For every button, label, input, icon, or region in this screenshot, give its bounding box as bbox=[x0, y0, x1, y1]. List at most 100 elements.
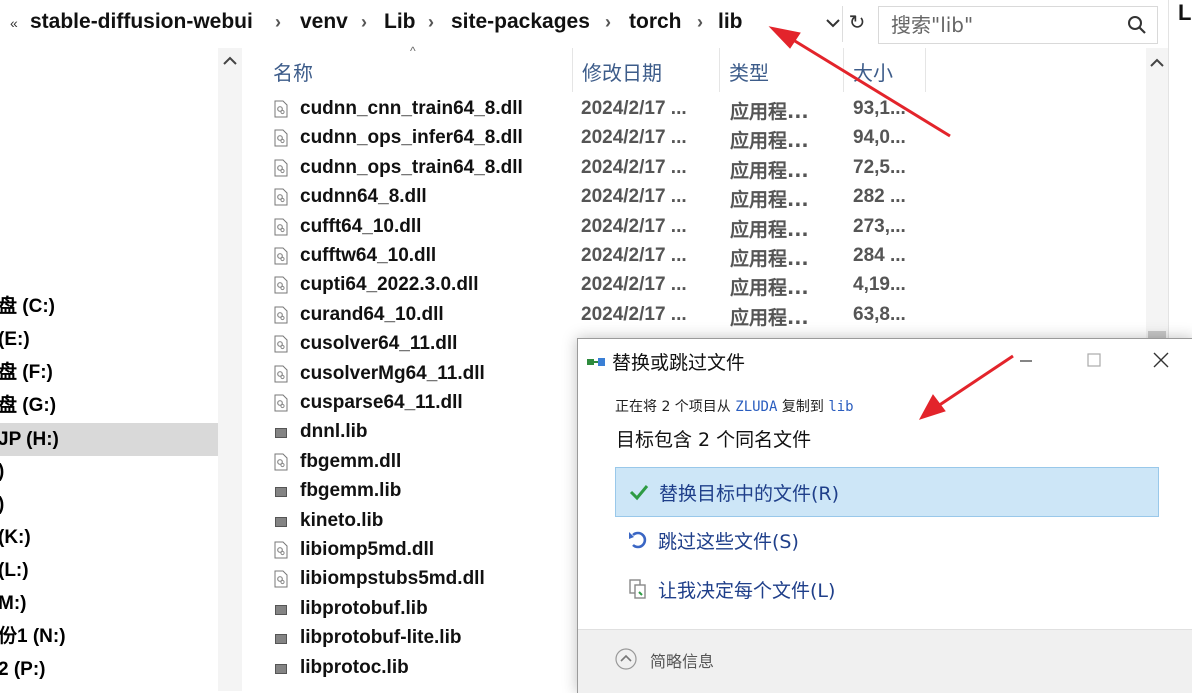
fewer-details-button[interactable]: 简略信息 bbox=[650, 648, 714, 672]
chevron-down-icon[interactable] bbox=[824, 14, 842, 32]
maximize-icon[interactable] bbox=[1072, 345, 1116, 375]
file-name: kineto.lib bbox=[300, 509, 384, 531]
breadcrumb-separator[interactable]: › bbox=[428, 12, 434, 33]
skip-files-option[interactable]: 跳过这些文件(S) bbox=[615, 516, 1157, 564]
divider bbox=[842, 6, 843, 42]
minimize-icon[interactable] bbox=[1004, 345, 1048, 375]
nav-item-drive-k[interactable]: (K:) bbox=[0, 523, 218, 553]
undo-icon bbox=[629, 531, 647, 549]
subtitle-prefix: 正在将 2 个项目从 bbox=[615, 399, 731, 415]
breadcrumb-site-packages[interactable]: site-packages bbox=[451, 10, 590, 34]
nav-scrollbar[interactable] bbox=[218, 48, 242, 691]
file-row[interactable]: cudnn_cnn_train64_8.dll 2024/2/17 ... 应用程.… bbox=[272, 95, 922, 124]
nav-item-drive-n[interactable]: 份1 (N:) bbox=[0, 622, 218, 652]
file-row[interactable]: cufft64_10.dll 2024/2/17 ... 应用程... 273,... bbox=[272, 213, 922, 242]
scroll-up-icon[interactable] bbox=[223, 56, 237, 66]
nav-item-drive-l[interactable]: (L:) bbox=[0, 556, 218, 586]
source-folder-link[interactable]: ZLUDA bbox=[735, 399, 777, 415]
dll-file-icon bbox=[274, 276, 288, 294]
breadcrumb-lib-upper[interactable]: Lib bbox=[384, 10, 416, 34]
background-window-text: L bbox=[1178, 0, 1192, 25]
file-row[interactable]: cupti64_2022.3.0.dll 2024/2/17 ... 应用程... 4… bbox=[272, 271, 922, 300]
nav-item-drive-g[interactable]: 盘 (G:) bbox=[0, 391, 218, 421]
file-row[interactable]: curand64_10.dll 2024/2/17 ... 应用程... 63,8..… bbox=[272, 301, 922, 330]
file-size: 273,... bbox=[853, 215, 906, 237]
file-type: 应用程... bbox=[730, 189, 809, 212]
file-name: libprotoc.lib bbox=[300, 656, 409, 678]
breadcrumb-stable-diffusion-webui[interactable]: stable-diffusion-webui bbox=[30, 10, 253, 34]
close-icon[interactable] bbox=[1139, 345, 1183, 375]
decide-each-file-option[interactable]: 让我决定每个文件(L) bbox=[615, 565, 1157, 613]
destination-folder-link[interactable]: lib bbox=[828, 399, 853, 415]
breadcrumb-separator[interactable]: › bbox=[275, 12, 281, 33]
breadcrumb-separator[interactable]: › bbox=[697, 12, 703, 33]
replace-files-label: 替换目标中的文件(R) bbox=[659, 483, 840, 505]
file-date: 2024/2/17 ... bbox=[581, 127, 687, 149]
sort-ascending-icon: ^ bbox=[410, 44, 416, 58]
nav-item-label: 盘 (F:) bbox=[0, 362, 53, 383]
navigation-pane[interactable]: 盘 (C:) (E:) 盘 (F:) 盘 (G:) JP (H:) ) ) (K… bbox=[0, 48, 218, 691]
column-divider[interactable] bbox=[719, 48, 720, 92]
check-icon bbox=[629, 485, 649, 501]
nav-item-label: (E:) bbox=[0, 329, 30, 350]
search-box[interactable] bbox=[878, 6, 1158, 44]
file-name: cusparse64_11.dll bbox=[300, 392, 463, 413]
lib-file-icon bbox=[275, 487, 287, 498]
column-divider[interactable] bbox=[843, 48, 844, 92]
nav-item-drive-e[interactable]: (E:) bbox=[0, 325, 218, 355]
dll-file-icon bbox=[274, 159, 288, 177]
breadcrumb-torch[interactable]: torch bbox=[629, 10, 682, 34]
dll-file-icon bbox=[274, 247, 288, 265]
replace-files-option[interactable]: 替换目标中的文件(R) bbox=[615, 467, 1159, 517]
breadcrumb-overflow-button[interactable]: « bbox=[10, 15, 18, 31]
file-type: 应用程... bbox=[730, 306, 809, 329]
file-type: 应用程... bbox=[730, 218, 809, 241]
file-row[interactable]: cudnn_ops_infer64_8.dll 2024/2/17 ... 应用程.… bbox=[272, 124, 922, 153]
dll-file-icon bbox=[274, 129, 288, 147]
search-icon[interactable] bbox=[1127, 15, 1147, 35]
refresh-icon[interactable]: ↻ bbox=[846, 12, 868, 34]
file-size: 4,19... bbox=[853, 274, 906, 296]
file-row[interactable]: cudnn_ops_train64_8.dll 2024/2/17 ... 应用程.… bbox=[272, 154, 922, 183]
chevron-up-circle-icon[interactable] bbox=[615, 648, 637, 670]
column-divider[interactable] bbox=[925, 48, 926, 92]
file-date: 2024/2/17 ... bbox=[581, 156, 687, 178]
nav-item-drive-m[interactable]: M:) bbox=[0, 589, 218, 619]
file-name: cufft64_10.dll bbox=[300, 215, 422, 237]
subtitle-middle: 复制到 bbox=[781, 399, 824, 415]
nav-item-drive-f[interactable]: 盘 (F:) bbox=[0, 358, 218, 388]
file-name: fbgemm.lib bbox=[300, 480, 402, 502]
breadcrumb-separator[interactable]: › bbox=[605, 12, 611, 33]
dialog-title: 替换或跳过文件 bbox=[612, 352, 746, 374]
file-name: cupti64_2022.3.0.dll bbox=[300, 274, 479, 296]
nav-item-drive-p[interactable]: 2 (P:) bbox=[0, 655, 218, 685]
file-name: cusolver64_11.dll bbox=[300, 333, 458, 355]
copy-files-icon bbox=[629, 579, 646, 599]
file-type: 应用程... bbox=[730, 130, 809, 153]
nav-item-drive-c[interactable]: 盘 (C:) bbox=[0, 292, 218, 322]
file-row[interactable]: cudnn64_8.dll 2024/2/17 ... 应用程... 282 ... bbox=[272, 183, 922, 212]
search-input[interactable] bbox=[889, 11, 1113, 39]
file-type: 应用程... bbox=[730, 101, 809, 123]
file-copy-icon bbox=[587, 358, 605, 366]
dialog-heading: 目标包含 2 个同名文件 bbox=[616, 429, 812, 451]
file-date: 2024/2/17 ... bbox=[581, 186, 687, 208]
nav-item-drive-i[interactable]: ) bbox=[0, 457, 218, 487]
breadcrumb-lib[interactable]: lib bbox=[718, 10, 743, 34]
file-row[interactable]: cufftw64_10.dll 2024/2/17 ... 应用程... 284 ..… bbox=[272, 242, 922, 271]
breadcrumb-separator[interactable]: › bbox=[361, 12, 367, 33]
file-size: 63,8... bbox=[853, 303, 906, 325]
nav-item-drive-h[interactable]: JP (H:) bbox=[0, 423, 218, 456]
nav-item-label: 2 (P:) bbox=[0, 659, 46, 680]
dll-file-icon bbox=[274, 570, 288, 588]
replace-or-skip-dialog[interactable]: 替换或跳过文件 正在将 2 个项目从 ZLUDA 复制到 lib 目标包含 2 … bbox=[577, 338, 1192, 693]
column-divider[interactable] bbox=[572, 48, 573, 92]
breadcrumb-venv[interactable]: venv bbox=[300, 10, 348, 34]
address-bar[interactable]: « stable-diffusion-webui › venv › Lib › … bbox=[0, 0, 1168, 48]
nav-item-drive-j[interactable]: ) bbox=[0, 490, 218, 520]
dll-file-icon bbox=[274, 365, 288, 383]
dialog-subtitle: 正在将 2 个项目从 ZLUDA 复制到 lib bbox=[615, 396, 854, 416]
scroll-up-icon[interactable] bbox=[1150, 58, 1164, 68]
dll-file-icon bbox=[274, 188, 288, 206]
skip-files-label: 跳过这些文件(S) bbox=[658, 531, 799, 553]
